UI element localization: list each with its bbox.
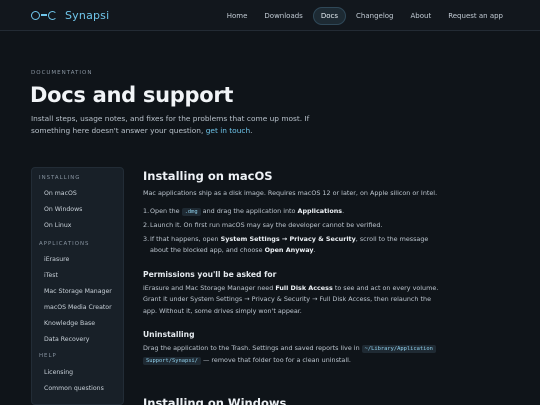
main-nav: Home Downloads Docs Changelog About Requ…	[217, 6, 510, 25]
section-title-uninstalling: Uninstalling	[143, 330, 195, 339]
section-eyebrow: DOCUMENTATION	[31, 70, 93, 76]
sidebar-item-macos-media-creator[interactable]: macOS Media Creator	[44, 304, 112, 311]
sidebar-item-on-macos[interactable]: On macOS	[44, 190, 77, 197]
brand-logo[interactable]: Synapsi	[31, 7, 109, 23]
sidebar-item-common-questions[interactable]: Common questions	[44, 385, 104, 392]
nav-home[interactable]: Home	[220, 7, 255, 25]
nav-docs[interactable]: Docs	[312, 6, 347, 25]
sidebar-item-licensing[interactable]: Licensing	[44, 369, 73, 376]
sidebar-item-on-windows[interactable]: On Windows	[44, 206, 82, 213]
macos-step-3: 3. If that happens, open System Settings…	[143, 234, 443, 257]
step-number: 2.	[143, 221, 150, 229]
nav-changelog[interactable]: Changelog	[349, 7, 400, 25]
step-number: 3.	[143, 235, 150, 243]
step-text: If that happens, open System Settings → …	[150, 235, 429, 255]
section-title-permissions: Permissions you'll be asked for	[143, 270, 277, 279]
macos-intro: Mac applications ship as a disk image. R…	[143, 189, 438, 197]
nav-request-app[interactable]: Request an app	[441, 7, 510, 25]
sidebar-item-ierasure[interactable]: iErasure	[44, 256, 69, 263]
library-path-code: ~/Library/Application	[361, 345, 436, 353]
nav-about[interactable]: About	[404, 7, 439, 25]
step-text: Open the .dmg and drag the application i…	[150, 207, 345, 216]
synapsi-logo-icon	[31, 10, 57, 20]
sidebar-item-data-recovery[interactable]: Data Recovery	[44, 336, 89, 343]
docs-sidebar: INSTALLING On macOS On Windows On Linux …	[31, 167, 124, 405]
uninstalling-text: Drag the application to the Trash. Setti…	[143, 343, 443, 368]
macos-step-2: 2. Launch it. On first run macOS may say…	[143, 220, 443, 231]
sidebar-heading-help: HELP	[39, 353, 57, 359]
sidebar-item-knowledge-base[interactable]: Knowledge Base	[44, 320, 95, 327]
subtitle-text: Install steps, usage notes, and fixes fo…	[31, 114, 310, 135]
step-number: 1.	[143, 207, 150, 215]
section-title-macos: Installing on macOS	[143, 169, 273, 183]
macos-step-1: 1. Open the .dmg and drag the applicatio…	[143, 206, 443, 218]
brand-name: Synapsi	[65, 8, 110, 22]
permissions-text: iErasure and Mac Storage Manager need Fu…	[143, 284, 439, 315]
section-title-windows: Installing on Windows	[143, 396, 287, 405]
sidebar-heading-applications: APPLICATIONS	[39, 241, 90, 247]
dmg-code: .dmg	[181, 208, 201, 216]
subtitle-period: .	[250, 125, 253, 135]
sidebar-heading-installing: INSTALLING	[39, 175, 81, 181]
page-subtitle: Install steps, usage notes, and fixes fo…	[31, 113, 331, 136]
sidebar-item-on-linux[interactable]: On Linux	[44, 222, 71, 229]
support-path-code: Support/Synapsi/	[143, 357, 201, 366]
top-header: Synapsi Home Downloads Docs Changelog Ab…	[0, 0, 540, 31]
page-title: Docs and support	[30, 83, 234, 107]
get-in-touch-link[interactable]: get in touch	[206, 126, 250, 135]
step-text: Launch it. On first run macOS may say th…	[150, 221, 383, 229]
sidebar-item-itest[interactable]: iTest	[44, 272, 58, 279]
nav-downloads[interactable]: Downloads	[257, 7, 309, 25]
sidebar-item-mac-storage-manager[interactable]: Mac Storage Manager	[44, 288, 112, 295]
